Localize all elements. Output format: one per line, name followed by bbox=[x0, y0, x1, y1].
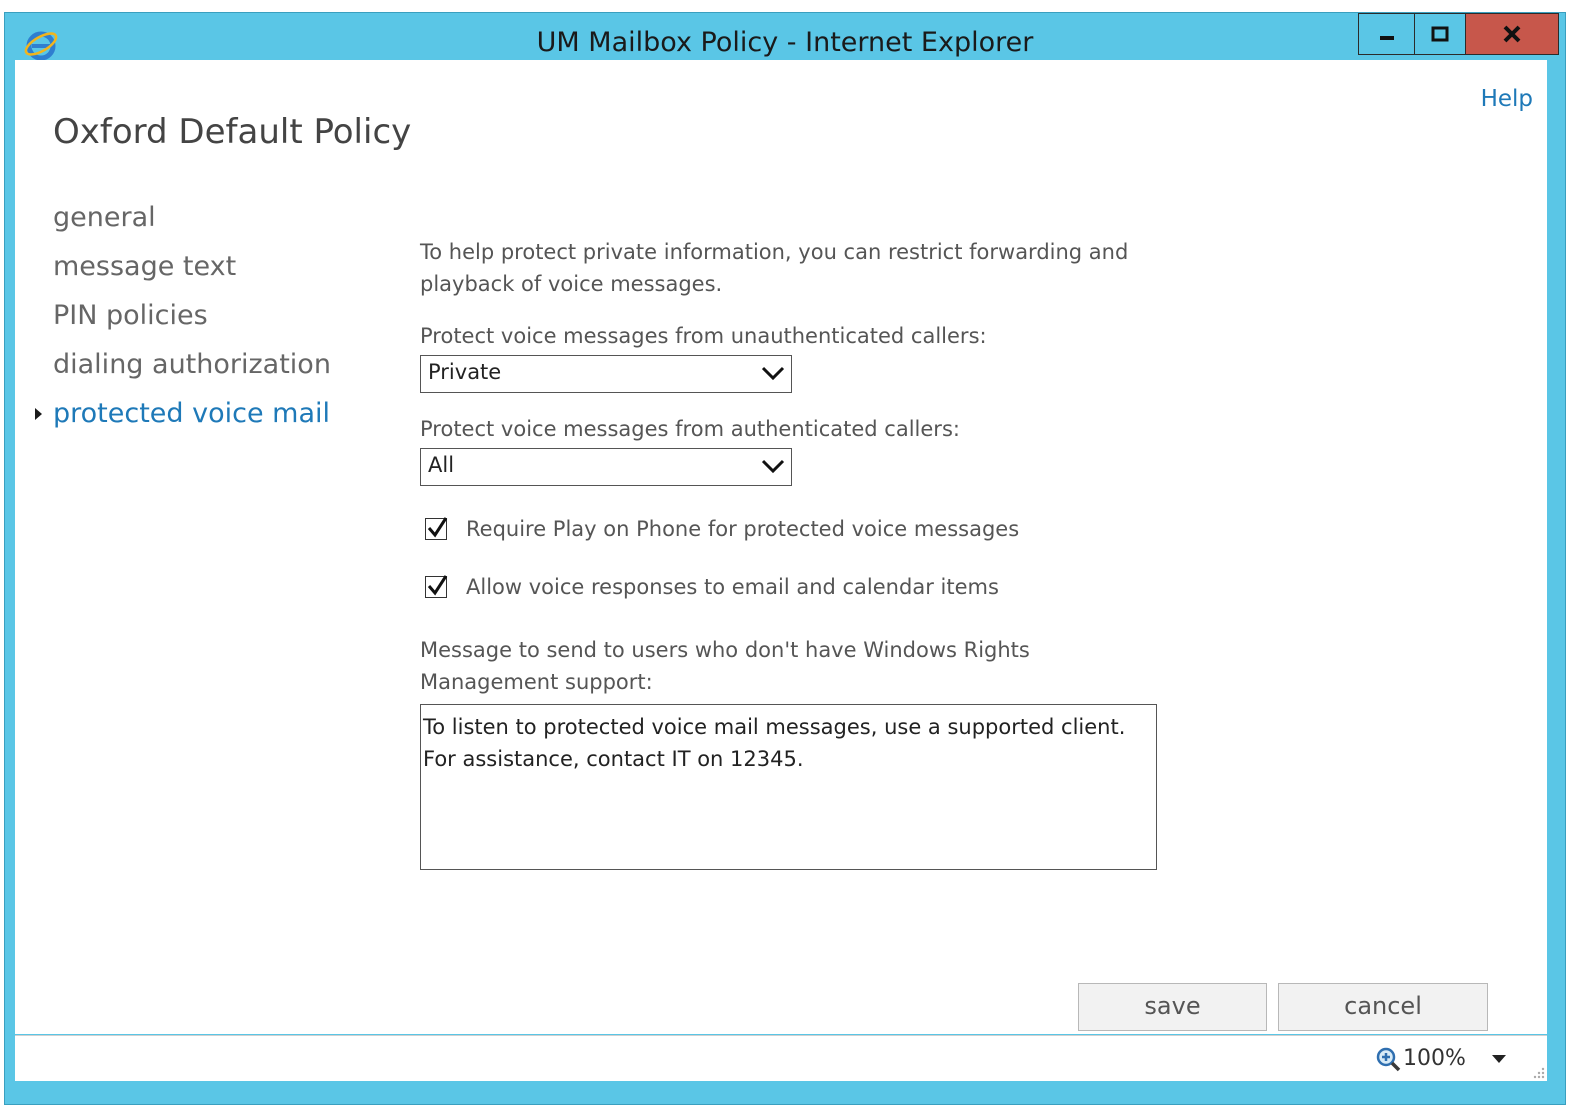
checkbox-label: Require Play on Phone for protected voic… bbox=[466, 517, 1020, 541]
close-icon bbox=[1503, 25, 1521, 43]
maximize-button[interactable] bbox=[1414, 13, 1466, 55]
maximize-icon bbox=[1431, 26, 1449, 42]
nav-item-label: PIN policies bbox=[53, 300, 208, 331]
authenticated-callers-label: Protect voice messages from authenticate… bbox=[420, 417, 960, 441]
intro-text: To help protect private information, you… bbox=[420, 240, 1129, 296]
zoom-level: 100% bbox=[1403, 1046, 1466, 1071]
caret-down-icon[interactable] bbox=[1491, 1054, 1507, 1064]
nav-item-protected-voice-mail[interactable]: protected voice mail bbox=[35, 396, 331, 445]
zoom-icon[interactable] bbox=[1375, 1046, 1401, 1072]
minimize-icon bbox=[1379, 36, 1394, 40]
cancel-button[interactable]: cancel bbox=[1278, 983, 1488, 1031]
checkbox-label: Allow voice responses to email and calen… bbox=[466, 575, 999, 599]
unauthenticated-callers-select[interactable]: Private bbox=[420, 355, 792, 393]
allow-voice-responses-checkbox[interactable] bbox=[425, 575, 448, 598]
nav-item-label: general bbox=[53, 202, 156, 233]
select-value: All bbox=[428, 453, 455, 477]
dialog-content: Help Oxford Default Policy general messa… bbox=[15, 60, 1547, 1034]
nav-item-message-text[interactable]: message text bbox=[53, 249, 331, 298]
close-button[interactable] bbox=[1466, 13, 1559, 55]
rights-management-message-label: Message to send to users who don't have … bbox=[420, 638, 1030, 694]
nav-item-label: dialing authorization bbox=[53, 349, 331, 380]
checkmark-icon bbox=[427, 575, 448, 596]
nav-item-label: protected voice mail bbox=[53, 398, 331, 429]
section-nav: general message text PIN policies dialin… bbox=[35, 200, 331, 445]
rights-management-message-textarea[interactable]: To listen to protected voice mail messag… bbox=[420, 704, 1157, 870]
unauthenticated-callers-label: Protect voice messages from unauthentica… bbox=[420, 324, 987, 348]
select-value: Private bbox=[428, 360, 502, 384]
protected-voice-mail-form: To help protect private information, you… bbox=[420, 236, 1180, 870]
save-button[interactable]: save bbox=[1078, 983, 1267, 1031]
authenticated-callers-select[interactable]: All bbox=[420, 448, 792, 486]
allow-voice-responses-option[interactable]: Allow voice responses to email and calen… bbox=[420, 558, 1180, 616]
minimize-button[interactable] bbox=[1358, 13, 1414, 55]
nav-item-label: message text bbox=[53, 251, 237, 282]
resize-grip-icon[interactable] bbox=[1531, 1065, 1545, 1079]
require-play-on-phone-checkbox[interactable] bbox=[425, 517, 448, 540]
selected-arrow-icon bbox=[35, 408, 42, 420]
require-play-on-phone-option[interactable]: Require Play on Phone for protected voic… bbox=[420, 500, 1180, 558]
nav-item-pin-policies[interactable]: PIN policies bbox=[53, 298, 331, 347]
checkmark-icon bbox=[427, 517, 448, 538]
nav-item-general[interactable]: general bbox=[53, 200, 331, 249]
help-link[interactable]: Help bbox=[1481, 86, 1533, 112]
nav-item-dialing-authorization[interactable]: dialing authorization bbox=[53, 347, 331, 396]
chevron-down-icon bbox=[761, 459, 785, 474]
window-title: UM Mailbox Policy - Internet Explorer bbox=[536, 27, 1034, 58]
page-title: Oxford Default Policy bbox=[53, 112, 412, 152]
status-bar: 100% bbox=[15, 1035, 1547, 1081]
chevron-down-icon bbox=[761, 366, 785, 381]
